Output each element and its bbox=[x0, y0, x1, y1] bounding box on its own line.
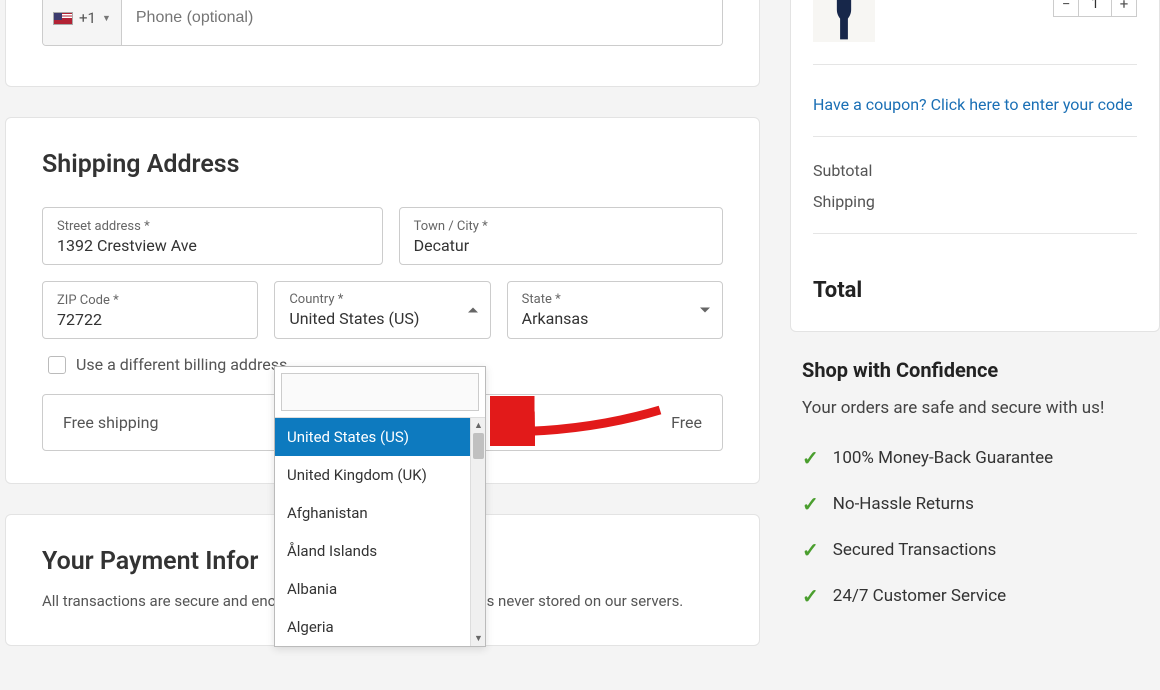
cart-item-row: − 1 + bbox=[813, 0, 1137, 64]
scroll-up-icon[interactable]: ▲ bbox=[471, 418, 486, 433]
different-billing-checkbox[interactable] bbox=[48, 356, 66, 374]
country-search-input[interactable] bbox=[281, 373, 479, 411]
country-option[interactable]: United States (US) bbox=[275, 418, 485, 456]
city-label: Town / City * bbox=[414, 219, 708, 234]
trust-label: No-Hassle Returns bbox=[833, 494, 974, 514]
country-label: Country * bbox=[289, 292, 475, 307]
street-value: 1392 Crestview Ave bbox=[57, 236, 368, 255]
check-icon: ✓ bbox=[802, 538, 819, 562]
chevron-down-icon bbox=[700, 308, 710, 313]
country-option[interactable]: Albania bbox=[275, 570, 485, 608]
city-value: Decatur bbox=[414, 236, 708, 255]
scroll-thumb[interactable] bbox=[473, 433, 484, 459]
zip-label: ZIP Code * bbox=[57, 293, 243, 308]
street-label: Street address * bbox=[57, 219, 368, 234]
confidence-subtext: Your orders are safe and secure with us! bbox=[802, 398, 1158, 418]
chevron-up-icon bbox=[468, 308, 478, 313]
trust-label: 100% Money-Back Guarantee bbox=[833, 448, 1053, 468]
shipping-label: Shipping bbox=[813, 192, 875, 211]
phone-country-prefix[interactable]: +1 ▼ bbox=[43, 0, 122, 45]
state-value: Arkansas bbox=[522, 309, 708, 328]
trust-item: ✓ 100% Money-Back Guarantee bbox=[802, 446, 1158, 470]
total-label: Total bbox=[813, 258, 862, 303]
shipping-option-price: Free bbox=[671, 413, 702, 432]
divider bbox=[813, 233, 1137, 234]
check-icon: ✓ bbox=[802, 584, 819, 608]
trust-label: Secured Transactions bbox=[833, 540, 997, 560]
confidence-heading: Shop with Confidence bbox=[802, 358, 1158, 382]
chevron-down-icon: ▼ bbox=[102, 13, 111, 24]
divider bbox=[813, 64, 1137, 65]
country-option[interactable]: Åland Islands bbox=[275, 532, 485, 570]
trust-item: ✓ 24/7 Customer Service bbox=[802, 584, 1158, 608]
scrollbar[interactable]: ▲ ▼ bbox=[470, 418, 485, 646]
different-billing-label: Use a different billing address bbox=[76, 355, 287, 374]
country-option-list: United States (US) United Kingdom (UK) A… bbox=[275, 417, 485, 646]
total-row: Total bbox=[813, 252, 1137, 309]
country-option[interactable]: Afghanistan bbox=[275, 494, 485, 532]
country-option[interactable]: Algeria bbox=[275, 608, 485, 646]
subtotal-row: Subtotal bbox=[813, 155, 1137, 186]
quantity-stepper[interactable]: − 1 + bbox=[1053, 0, 1137, 18]
country-option[interactable]: United Kingdom (UK) bbox=[275, 456, 485, 494]
divider bbox=[813, 136, 1137, 137]
qty-value: 1 bbox=[1079, 0, 1111, 17]
us-flag-icon bbox=[53, 12, 73, 25]
country-dropdown-panel: United States (US) United Kingdom (UK) A… bbox=[274, 366, 486, 647]
qty-increase-button[interactable]: + bbox=[1111, 0, 1137, 17]
shipping-row: Shipping bbox=[813, 186, 1137, 217]
state-label: State * bbox=[522, 292, 708, 307]
zip-value: 72722 bbox=[57, 310, 243, 329]
coupon-link[interactable]: Have a coupon? Click here to enter your … bbox=[813, 95, 1133, 114]
phone-input[interactable] bbox=[122, 0, 722, 45]
country-select[interactable]: Country * United States (US) bbox=[274, 281, 490, 339]
phone-field[interactable]: +1 ▼ bbox=[42, 0, 723, 46]
qty-decrease-button[interactable]: − bbox=[1053, 0, 1079, 17]
check-icon: ✓ bbox=[802, 446, 819, 470]
product-thumbnail bbox=[813, 0, 875, 42]
scroll-down-icon[interactable]: ▼ bbox=[471, 631, 486, 646]
zip-field[interactable]: ZIP Code * 72722 bbox=[42, 281, 258, 339]
shipping-heading: Shipping Address bbox=[42, 150, 723, 179]
trust-item: ✓ Secured Transactions bbox=[802, 538, 1158, 562]
trust-item: ✓ No-Hassle Returns bbox=[802, 492, 1158, 516]
check-icon: ✓ bbox=[802, 492, 819, 516]
shipping-option-label: Free shipping bbox=[63, 413, 159, 432]
order-summary-card: − 1 + Have a coupon? Click here to enter… bbox=[790, 0, 1160, 332]
subtotal-label: Subtotal bbox=[813, 161, 872, 180]
city-field[interactable]: Town / City * Decatur bbox=[399, 207, 723, 265]
state-select[interactable]: State * Arkansas bbox=[507, 281, 723, 339]
phone-prefix-text: +1 bbox=[79, 9, 96, 27]
confidence-section: Shop with Confidence Your orders are saf… bbox=[790, 332, 1160, 608]
street-address-field[interactable]: Street address * 1392 Crestview Ave bbox=[42, 207, 383, 265]
contact-card: +1 ▼ bbox=[5, 0, 760, 87]
country-value: United States (US) bbox=[289, 309, 475, 328]
trust-label: 24/7 Customer Service bbox=[833, 586, 1006, 606]
